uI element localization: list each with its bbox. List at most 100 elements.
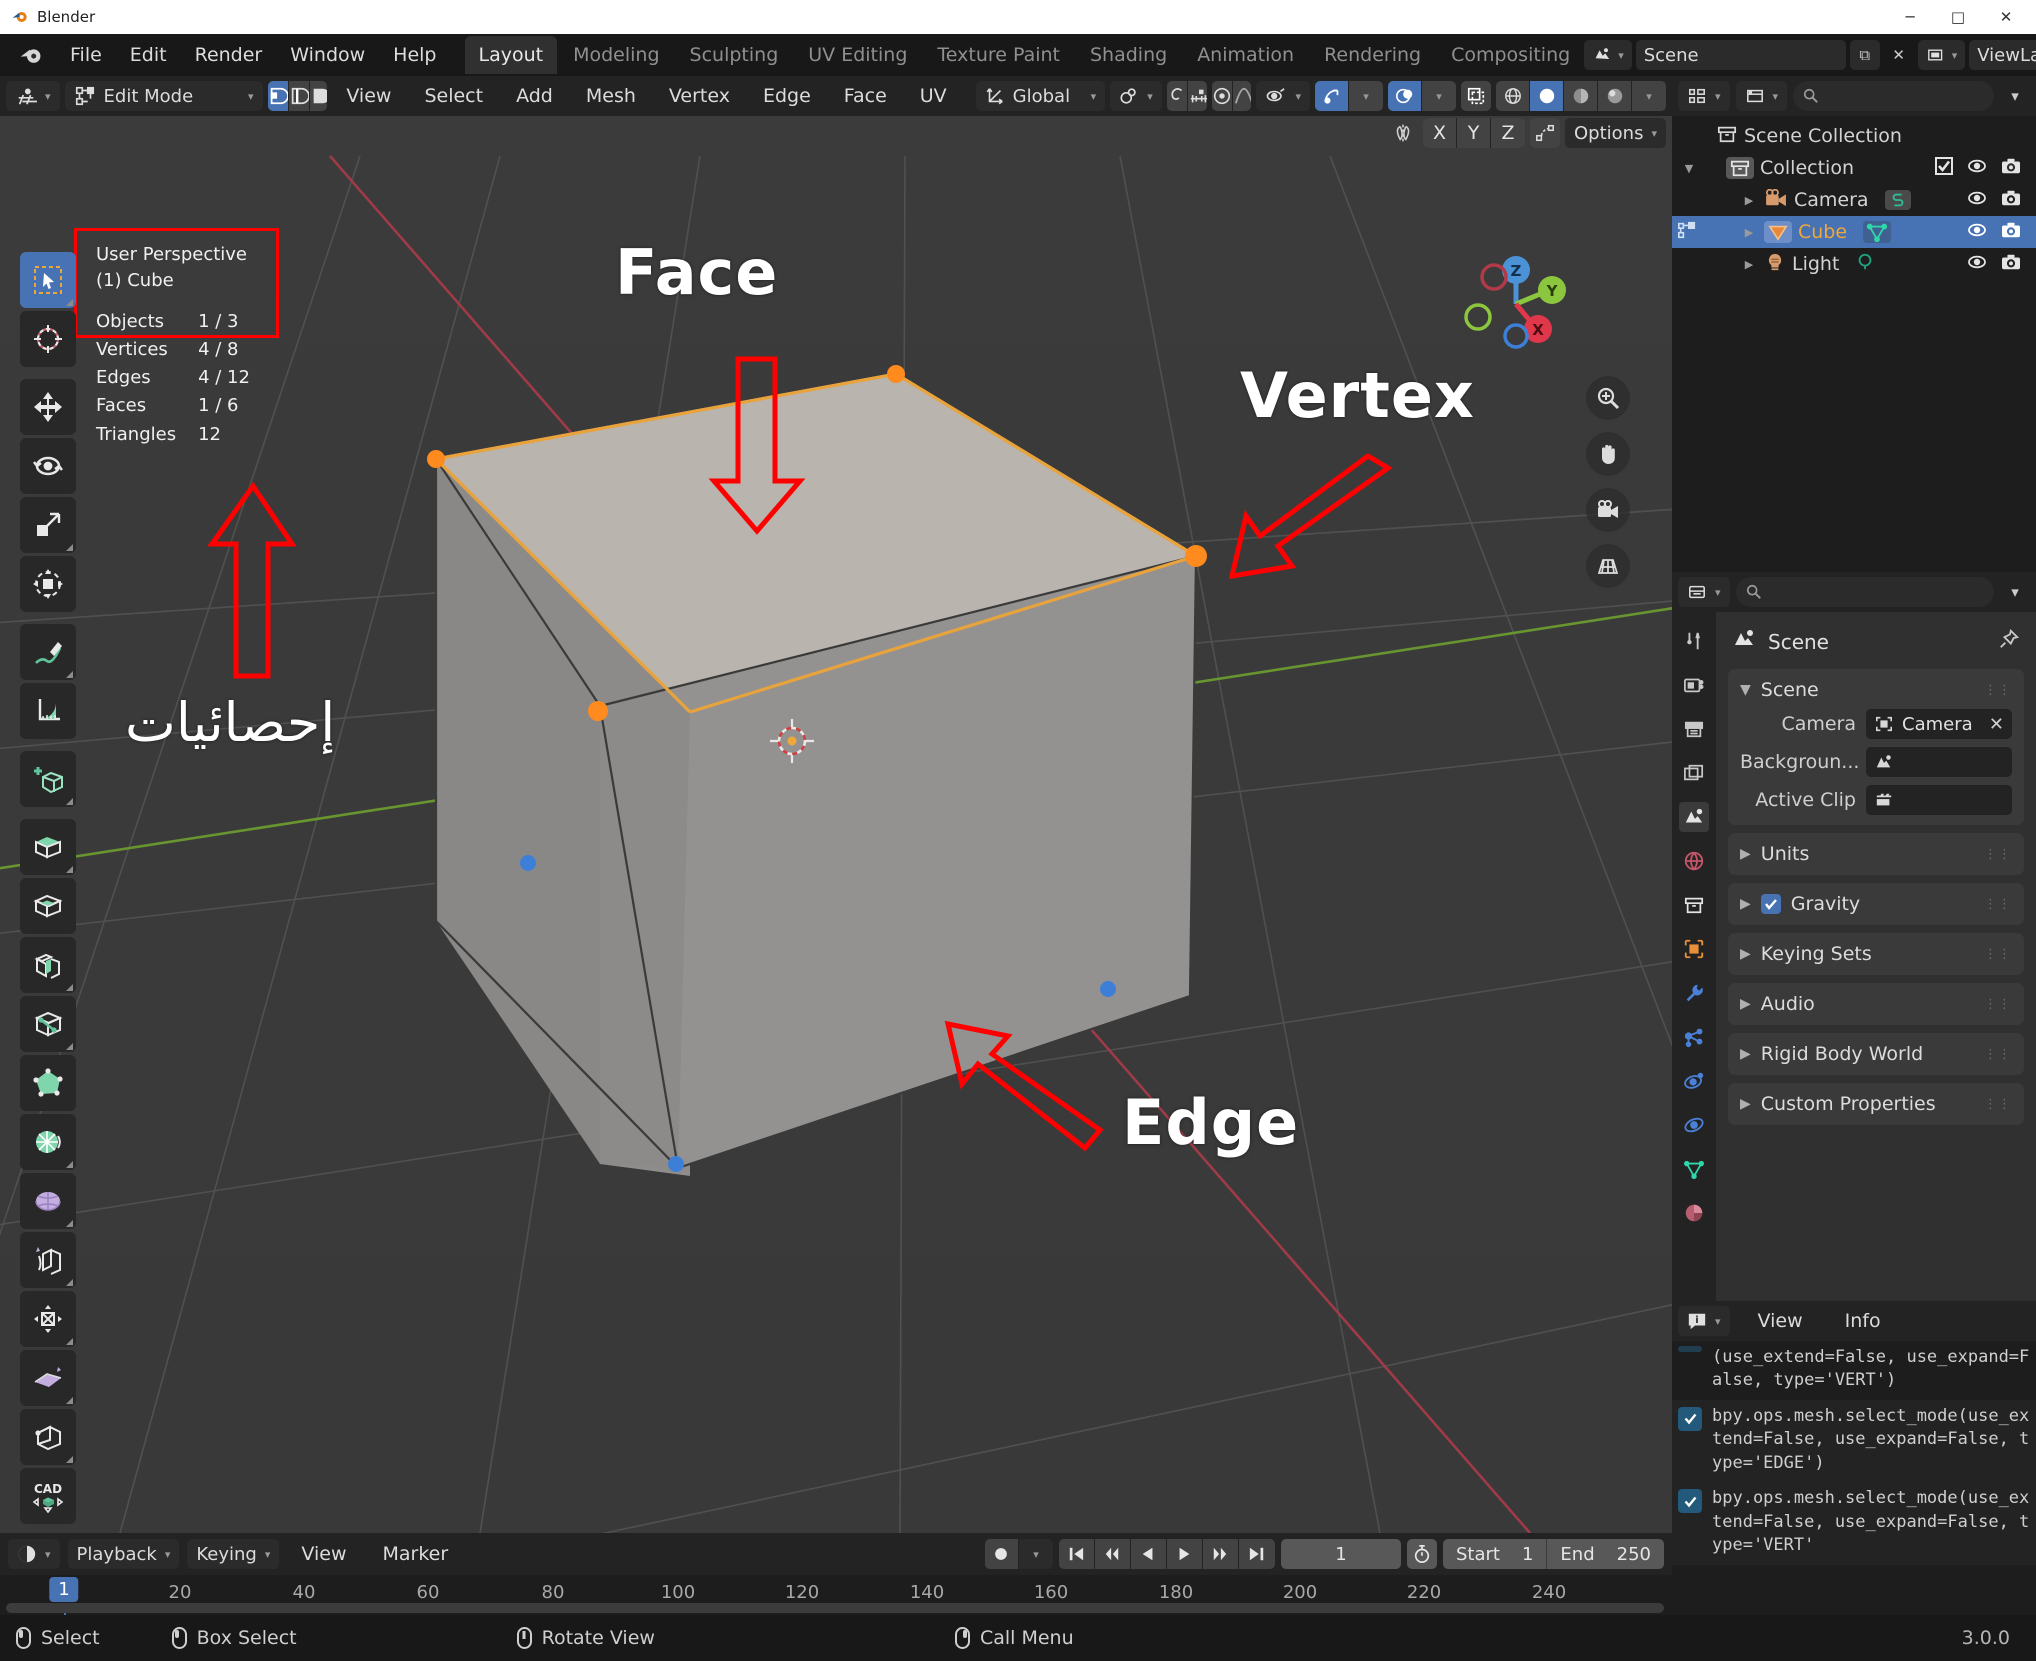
material-preview-button[interactable]	[1564, 81, 1599, 111]
tab-uv-editing[interactable]: UV Editing	[794, 36, 921, 74]
tool-add-cube[interactable]	[20, 751, 76, 807]
viewport-menu-vertex[interactable]: Vertex	[655, 80, 744, 112]
tool-measure[interactable]	[20, 683, 76, 739]
auto-keyframe-button[interactable]	[984, 1539, 1019, 1569]
camera-field[interactable]: Camera ✕	[1866, 709, 2012, 739]
tool-extrude-region[interactable]	[20, 819, 76, 875]
panel-units-header[interactable]: ▶ Units ⋮⋮	[1728, 837, 2024, 871]
tab-animation[interactable]: Animation	[1183, 36, 1308, 74]
viewport-3d[interactable]: User Perspective (1) Cube Objects 1 / 3 …	[0, 76, 1672, 1533]
panel-gravity-header[interactable]: ▶ Gravity ⋮⋮	[1728, 887, 2024, 921]
panel-custom-properties-header[interactable]: ▶ Custom Properties ⋮⋮	[1728, 1087, 2024, 1121]
panel-custom-properties[interactable]: ▶ Custom Properties ⋮⋮	[1728, 1083, 2024, 1125]
tab-sculpting[interactable]: Sculpting	[676, 36, 793, 74]
end-frame-field[interactable]: End 250	[1547, 1539, 1664, 1569]
viewport-menu-face[interactable]: Face	[830, 80, 901, 112]
maximize-button[interactable]: □	[1934, 0, 1982, 34]
show-gizmo-button[interactable]	[1315, 81, 1350, 111]
next-keyframe-button[interactable]	[1202, 1539, 1239, 1569]
remove-scene-button[interactable]: ✕	[1884, 40, 1914, 70]
pivot-point-selector[interactable]: ▾	[1110, 81, 1162, 111]
tool-edge-slide[interactable]	[20, 1291, 76, 1347]
camera-icon[interactable]	[2000, 253, 2022, 276]
outliner-filter-icon[interactable]: ▾	[2000, 81, 2030, 111]
tab-texture-paint[interactable]: Texture Paint	[923, 36, 1074, 74]
tool-cursor[interactable]	[20, 311, 76, 367]
expand-arrow-right-icon[interactable]: ▶	[1740, 258, 1758, 271]
zoom-icon[interactable]	[1586, 376, 1630, 420]
viewport-menu-add[interactable]: Add	[502, 80, 567, 112]
tool-smooth[interactable]	[20, 1232, 76, 1288]
tool-rotate[interactable]	[20, 438, 76, 494]
outliner-row-light[interactable]: ▶ Light	[1672, 248, 2036, 280]
properties-tab-tool[interactable]	[1679, 626, 1709, 656]
current-frame-field[interactable]: 1	[1280, 1539, 1401, 1569]
rendered-shading-button[interactable]	[1598, 81, 1633, 111]
tool-scale[interactable]	[20, 497, 76, 553]
tool-transform[interactable]	[20, 556, 76, 612]
outliner-row-camera[interactable]: ▶ Camera	[1672, 184, 2036, 216]
wireframe-shading-button[interactable]	[1496, 81, 1531, 111]
panel-scene-header[interactable]: ▼ Scene ⋮⋮	[1728, 673, 2024, 707]
tab-modeling[interactable]: Modeling	[559, 36, 673, 74]
eye-icon[interactable]	[1966, 189, 1988, 211]
viewlayer-name-field[interactable]: ViewLayer	[1969, 40, 2036, 70]
expand-arrow-right-icon[interactable]: ▶	[1740, 194, 1758, 207]
panel-keying-sets[interactable]: ▶ Keying Sets ⋮⋮	[1728, 933, 2024, 975]
menu-help[interactable]: Help	[379, 39, 450, 71]
minimize-button[interactable]: ─	[1886, 0, 1934, 34]
camera-icon[interactable]	[2000, 221, 2022, 244]
info-log-entry[interactable]: bpy.ops.mesh.select_mode(use_extend=Fals…	[1672, 1482, 2036, 1565]
show-overlays-button[interactable]	[1388, 81, 1423, 111]
tab-compositing[interactable]: Compositing	[1437, 36, 1584, 74]
info-editor[interactable]: i ▾ View Info (use_extend=False, use_exp…	[1672, 1301, 2036, 1661]
info-log-entry[interactable]: (use_extend=False, use_expand=False, typ…	[1672, 1341, 2036, 1400]
solid-shading-button[interactable]	[1530, 81, 1565, 111]
proportional-toggle-button[interactable]	[1211, 81, 1233, 111]
tool-move[interactable]	[20, 379, 76, 435]
menu-render[interactable]: Render	[181, 39, 277, 71]
timeline-playhead[interactable]: 1	[49, 1577, 79, 1602]
timeline-menu-marker[interactable]: Marker	[368, 1538, 462, 1570]
tool-shrink-fatten[interactable]	[20, 1350, 76, 1406]
properties-filter-icon[interactable]: ▾	[2000, 577, 2030, 607]
tool-spin[interactable]	[20, 1173, 76, 1229]
tab-shading[interactable]: Shading	[1076, 36, 1181, 74]
properties-tab-world[interactable]	[1679, 846, 1709, 876]
ortho-perspective-icon[interactable]	[1586, 544, 1630, 588]
properties-tab-viewlayer[interactable]	[1679, 758, 1709, 788]
play-button[interactable]	[1166, 1539, 1203, 1569]
overlay-options-button[interactable]: ▾	[1422, 81, 1457, 111]
vertex-select-mode-button[interactable]	[267, 81, 289, 111]
outliner-display-mode-button[interactable]: ▾	[1735, 81, 1788, 111]
properties-tab-scene[interactable]	[1679, 802, 1709, 832]
panel-grip-icon[interactable]: ⋮⋮	[1984, 897, 2012, 912]
mirror-x-button[interactable]: X	[1423, 118, 1458, 148]
tab-rendering[interactable]: Rendering	[1310, 36, 1435, 74]
mesh-data-icon[interactable]	[1863, 221, 1892, 243]
mirror-icon[interactable]	[1388, 118, 1418, 148]
info-menu-view[interactable]: View	[1744, 1305, 1817, 1337]
use-preview-range-icon[interactable]	[1406, 1539, 1437, 1569]
properties-tab-data[interactable]	[1679, 1154, 1709, 1184]
pin-icon[interactable]	[1998, 628, 2020, 655]
properties-tab-material[interactable]	[1679, 1198, 1709, 1228]
previous-keyframe-button[interactable]	[1094, 1539, 1131, 1569]
timeline-menu-view[interactable]: View	[287, 1538, 360, 1570]
properties-tab-render[interactable]	[1679, 670, 1709, 700]
camera-data-icon[interactable]	[1884, 190, 1911, 210]
tool-poly-build[interactable]	[20, 1114, 76, 1170]
tool-shear[interactable]	[20, 1409, 76, 1465]
properties-tab-collection[interactable]	[1679, 890, 1709, 920]
info-menu-info[interactable]: Info	[1831, 1305, 1895, 1337]
panel-grip-icon[interactable]: ⋮⋮	[1984, 1097, 2012, 1112]
editor-type-selector[interactable]: ▾	[6, 81, 60, 111]
start-frame-field[interactable]: Start 1	[1443, 1539, 1548, 1569]
properties-tab-constraints[interactable]	[1679, 1110, 1709, 1140]
tool-annotate[interactable]	[20, 624, 76, 680]
timeline-horizontal-scrollbar[interactable]	[6, 1603, 1664, 1613]
background-field[interactable]	[1866, 747, 2012, 777]
auto-keying-options-button[interactable]: ▾	[1018, 1539, 1053, 1569]
panel-rigid-body-world[interactable]: ▶ Rigid Body World ⋮⋮	[1728, 1033, 2024, 1075]
panel-audio-header[interactable]: ▶ Audio ⋮⋮	[1728, 987, 2024, 1021]
